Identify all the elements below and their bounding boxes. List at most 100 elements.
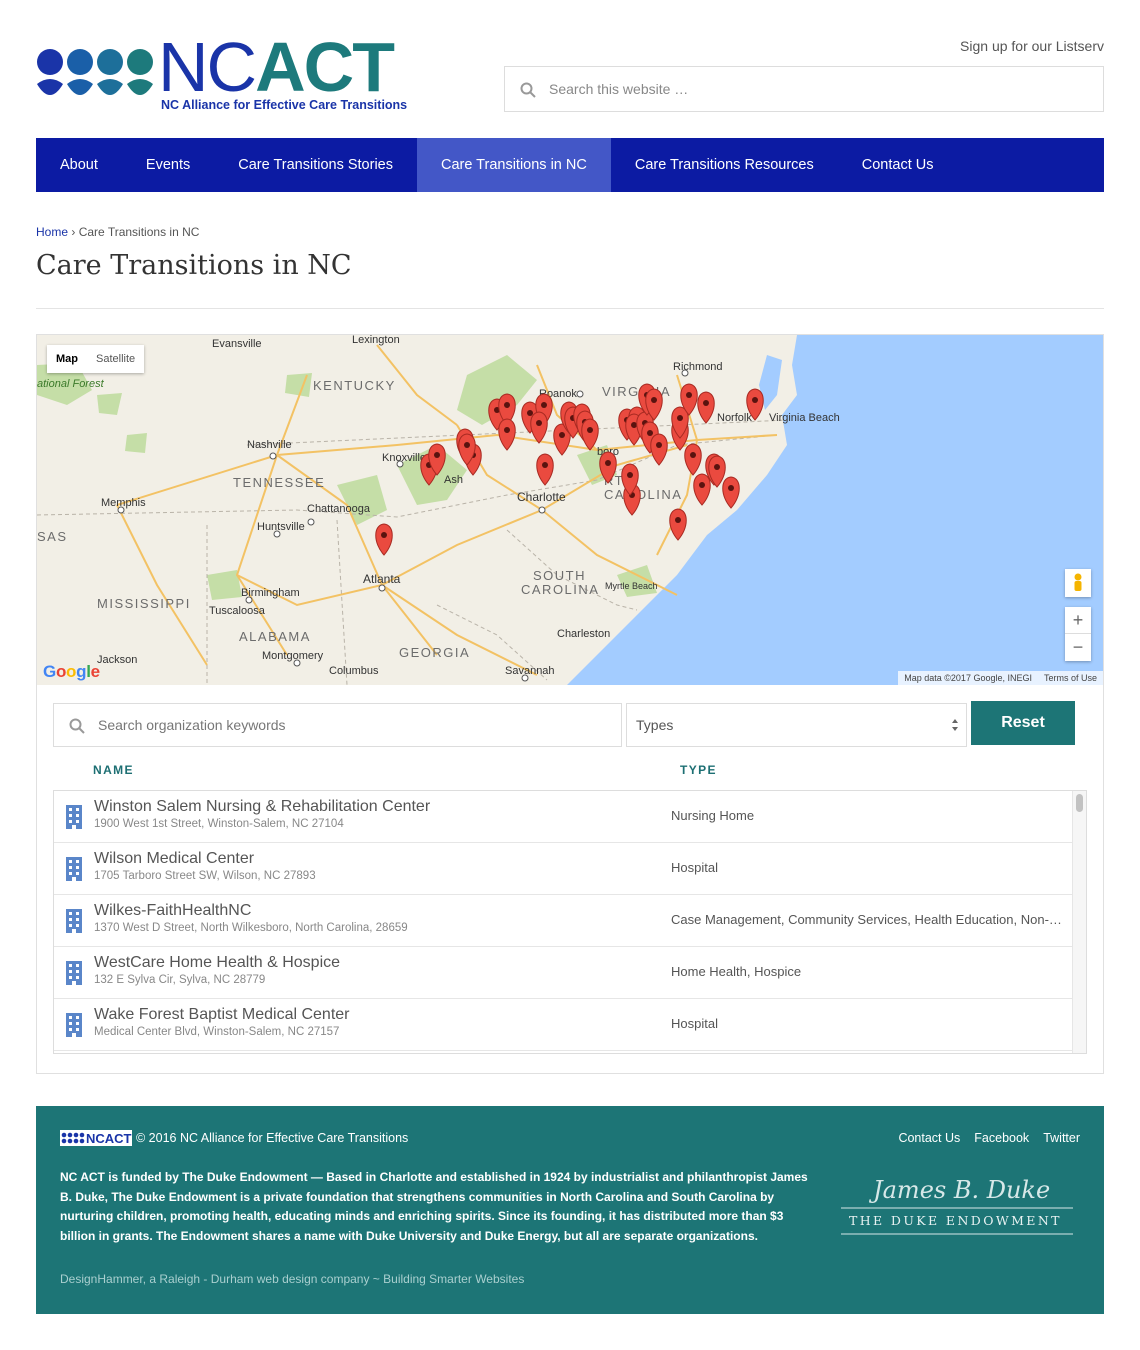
types-select[interactable]: Types — [626, 703, 967, 747]
duke-signature: James B. Duke — [868, 1176, 1050, 1204]
map-marker-icon[interactable] — [536, 453, 554, 486]
breadcrumb-separator: › — [71, 225, 76, 239]
organizations-map[interactable]: Evansville Lexington Richmond Roanoke No… — [37, 335, 1103, 685]
map-label-myrtle-beach: Myrtle Beach — [605, 581, 658, 591]
breadcrumb-current: Care Transitions in NC — [78, 225, 200, 239]
list-scrollbar[interactable] — [1072, 791, 1086, 1053]
map-label-nc-2: CAROLINA — [604, 487, 682, 502]
map-label-kentucky: KENTUCKY — [313, 378, 396, 393]
map-marker-icon[interactable] — [375, 523, 393, 556]
breadcrumb: Home › Care Transitions in NC — [36, 225, 199, 239]
nav-events[interactable]: Events — [122, 138, 214, 192]
organization-search[interactable] — [53, 703, 622, 747]
page-title: Care Transitions in NC — [36, 250, 352, 281]
list-item[interactable]: WestCare Home Health & Hospice 132 E Syl… — [54, 947, 1072, 999]
organization-name[interactable]: Wilson Medical Center — [94, 850, 254, 868]
map-label-columbus: Columbus — [329, 665, 379, 677]
map-label-charleston: Charleston — [557, 628, 610, 640]
map-terms-link[interactable]: Terms of Use — [1038, 671, 1103, 685]
map-label-georgia: GEORGIA — [399, 645, 470, 660]
column-header-name[interactable]: NAME — [93, 763, 134, 777]
organization-name[interactable]: Wake Forest Baptist Medical Center — [94, 1006, 350, 1024]
organizations-panel: Evansville Lexington Richmond Roanoke No… — [36, 334, 1104, 1074]
list-item[interactable]: Wilson Medical Center 1705 Tarboro Stree… — [54, 843, 1072, 895]
organization-name[interactable]: Wilkes-FaithHealthNC — [94, 902, 251, 920]
organization-type: Home Health, Hospice — [671, 964, 802, 979]
organization-type: Hospital — [671, 860, 718, 875]
building-icon — [66, 805, 82, 829]
map-label-south: SOUTH — [533, 568, 586, 583]
site-search-input[interactable] — [549, 67, 1089, 111]
map-canvas: Evansville Lexington Richmond Roanoke No… — [37, 335, 1103, 685]
nav-care-transitions-in-nc[interactable]: Care Transitions in NC — [416, 138, 611, 192]
map-marker-icon[interactable] — [581, 418, 599, 451]
map-label-memphis: Memphis — [101, 497, 146, 509]
map-marker-icon[interactable] — [530, 411, 548, 444]
footer-links: Contact Us Facebook Twitter — [898, 1131, 1080, 1145]
search-icon — [520, 82, 536, 98]
ncact-logo[interactable]: NCACT NC Alliance for Effective Care Tra… — [36, 32, 426, 115]
footer-twitter-link[interactable]: Twitter — [1043, 1131, 1080, 1145]
footer-facebook-link[interactable]: Facebook — [974, 1131, 1029, 1145]
map-type-map-button[interactable]: Map — [47, 345, 87, 373]
list-item[interactable]: Wilkes-FaithHealthNC 1370 West D Street,… — [54, 895, 1072, 947]
organization-name[interactable]: Winston Salem Nursing & Rehabilitation C… — [94, 798, 430, 816]
nav-contact-us[interactable]: Contact Us — [838, 138, 958, 192]
organization-address: Medical Center Blvd, Winston-Salem, NC 2… — [94, 1026, 340, 1038]
zoom-controls: + − — [1065, 607, 1091, 661]
map-type-satellite-button[interactable]: Satellite — [87, 345, 144, 373]
map-label-mississippi: MISSISSIPPI — [97, 596, 191, 611]
map-label-alabama: ALABAMA — [239, 629, 311, 644]
google-logo: Google — [43, 662, 100, 681]
map-marker-icon[interactable] — [498, 418, 516, 451]
listserv-link[interactable]: Sign up for our Listserv — [960, 38, 1104, 54]
organization-address: 1900 West 1st Street, Winston-Salem, NC … — [94, 818, 344, 830]
map-label-tennessee: TENNESSEE — [233, 475, 325, 490]
map-label-charlotte: Charlotte — [517, 490, 566, 504]
map-label-norfolk: Norfolk — [717, 412, 752, 424]
list-item[interactable]: Winston Salem Nursing & Rehabilitation C… — [54, 791, 1072, 843]
scrollbar-thumb[interactable] — [1076, 794, 1083, 812]
main-nav: About Events Care Transitions Stories Ca… — [36, 138, 1104, 192]
map-label-knoxville: Knoxville — [382, 452, 426, 464]
map-marker-icon[interactable] — [650, 433, 668, 466]
map-label-carolina: CAROLINA — [521, 582, 599, 597]
map-marker-icon[interactable] — [722, 476, 740, 509]
footer-credit-link[interactable]: DesignHammer, a Raleigh - Durham web des… — [60, 1272, 524, 1286]
map-marker-icon[interactable] — [669, 508, 687, 541]
list-item[interactable]: Wake Forest Baptist Medical Center Medic… — [54, 999, 1072, 1051]
zoom-out-button[interactable]: − — [1065, 634, 1091, 661]
duke-endowment-name: THE DUKE ENDOWMENT — [849, 1213, 1062, 1228]
zoom-in-button[interactable]: + — [1065, 607, 1091, 634]
logo-dots-icon — [37, 49, 153, 95]
organization-name[interactable]: WestCare Home Health & Hospice — [94, 954, 340, 972]
reset-button[interactable]: Reset — [971, 701, 1075, 745]
map-label-montgomery: Montgomery — [262, 650, 324, 662]
breadcrumb-home[interactable]: Home — [36, 225, 68, 239]
map-label-nashville: Nashville — [247, 439, 292, 451]
map-label-lexington: Lexington — [352, 335, 400, 346]
nav-care-transitions-stories[interactable]: Care Transitions Stories — [214, 138, 417, 192]
map-marker-icon[interactable] — [684, 443, 702, 476]
footer-contact-link[interactable]: Contact Us — [898, 1131, 960, 1145]
logo-tagline: NC Alliance for Effective Care Transitio… — [161, 98, 408, 112]
nav-about[interactable]: About — [36, 138, 122, 192]
duke-endowment-logo[interactable]: James B. Duke THE DUKE ENDOWMENT — [841, 1172, 1077, 1238]
organization-search-input[interactable] — [98, 704, 613, 746]
map-label-savannah: Savannah — [505, 665, 555, 677]
organization-list: Winston Salem Nursing & Rehabilitation C… — [53, 790, 1087, 1054]
building-icon — [66, 1013, 82, 1037]
title-divider — [36, 308, 1104, 309]
organization-address: 1705 Tarboro Street SW, Wilson, NC 27893 — [94, 870, 316, 882]
footer-funding-text: NC ACT is funded by The Duke Endowment —… — [60, 1170, 808, 1243]
site-search[interactable] — [504, 66, 1104, 112]
nav-care-transitions-resources[interactable]: Care Transitions Resources — [611, 138, 838, 192]
footer-logo[interactable]: NCACT — [60, 1130, 132, 1146]
search-icon — [69, 718, 85, 734]
column-header-type[interactable]: TYPE — [680, 763, 717, 777]
map-marker-icon[interactable] — [693, 473, 711, 506]
street-view-pegman-icon[interactable] — [1065, 569, 1091, 597]
footer-logo-text: NCACT — [86, 1131, 132, 1146]
building-icon — [66, 909, 82, 933]
map-marker-icon[interactable] — [697, 391, 715, 424]
